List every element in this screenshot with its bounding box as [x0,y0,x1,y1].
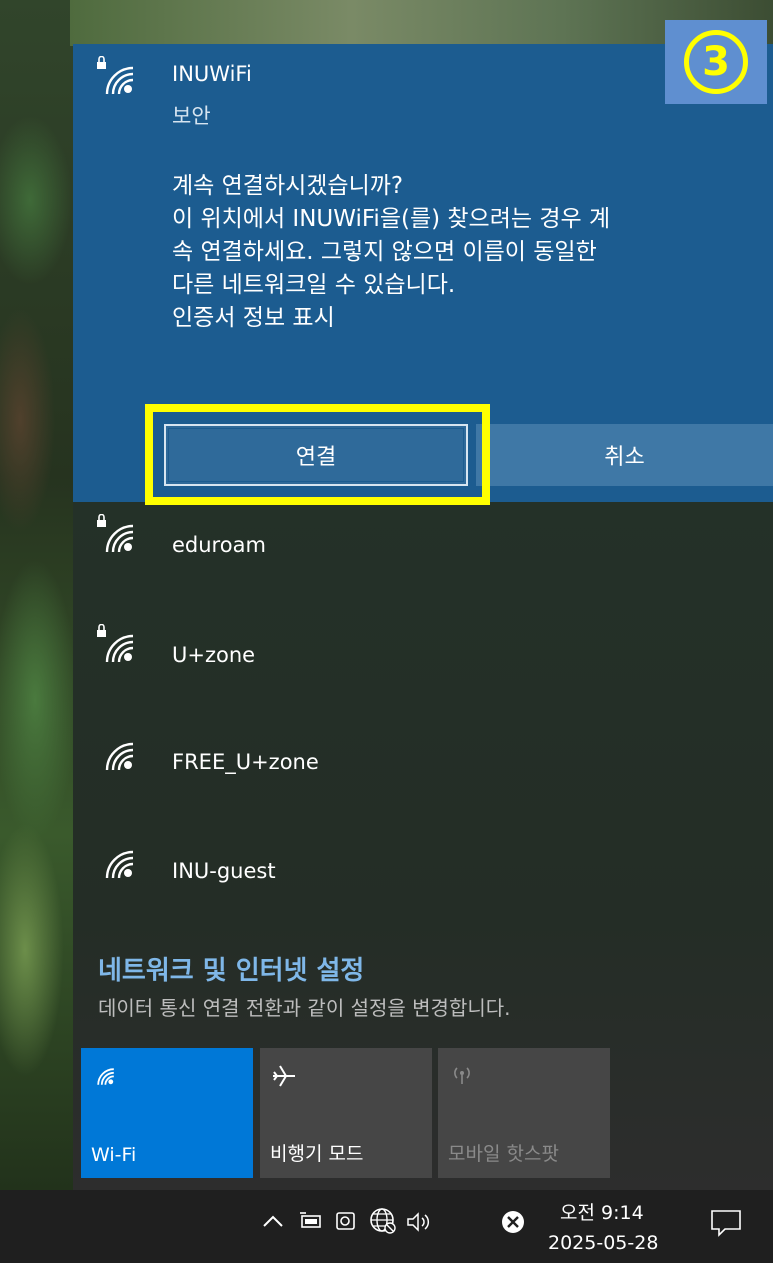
tile-label: Wi-Fi [91,1144,137,1166]
prompt-line: 이 위치에서 INUWiFi을(를) 찾으려는 경우 계 [172,206,611,232]
network-name: eduroam [172,533,266,557]
network-globe-icon[interactable] [368,1206,398,1236]
network-settings-description: 데이터 통신 연결 전환과 같이 설정을 변경합니다. [98,996,511,1020]
secured-wifi-icon [97,514,134,553]
network-settings-link[interactable]: 네트워크 및 인터넷 설정 [98,950,364,987]
step-marker: 3 [665,20,767,104]
wifi-toggle-tile[interactable]: Wi-Fi [81,1048,253,1178]
prompt-line: 속 연결하세요. 그렇지 않으면 이름이 동일한 [172,239,597,265]
volume-icon[interactable] [405,1210,435,1234]
battery-icon[interactable] [298,1210,324,1232]
prompt-line: 계속 연결하시겠습니까? [172,173,404,199]
connect-button-highlight [145,404,490,505]
show-certificate-link[interactable]: 인증서 정보 표시 [172,302,762,335]
taskbar-date[interactable]: 2025-05-28 [548,1232,658,1254]
secured-wifi-icon [97,624,134,663]
hotspot-icon [454,1067,470,1084]
secured-wifi-icon [97,56,134,95]
action-center-icon[interactable] [709,1208,743,1238]
network-name: INU-guest [172,859,276,883]
airplane-mode-tile[interactable]: 비행기 모드 [260,1048,432,1178]
network-name: U+zone [172,643,256,667]
status-error-icon[interactable] [500,1209,526,1235]
prompt-line: 다른 네트워크일 수 있습니다. [172,272,456,298]
taskbar-time[interactable]: 오전 9:14 [560,1198,644,1225]
meet-camera-icon[interactable] [334,1208,358,1234]
mobile-hotspot-tile[interactable]: 모바일 핫스팟 [438,1048,610,1178]
wifi-icon [105,850,134,879]
step-number: 3 [684,30,748,94]
airplane-icon [273,1065,295,1087]
wifi-icon [97,1068,114,1085]
cancel-button[interactable]: 취소 [476,424,773,486]
wifi-icon [105,742,134,771]
tile-label: 비행기 모드 [270,1143,364,1165]
connect-prompt: 계속 연결하시겠습니까? 이 위치에서 INUWiFi을(를) 찾으려는 경우 … [172,170,762,335]
show-hidden-icons-chevron-icon[interactable] [262,1212,284,1232]
tile-label: 모바일 핫스팟 [448,1143,559,1165]
selected-network-security: 보안 [172,104,211,128]
network-name: FREE_U+zone [172,750,319,774]
selected-network-name: INUWiFi [172,62,252,86]
